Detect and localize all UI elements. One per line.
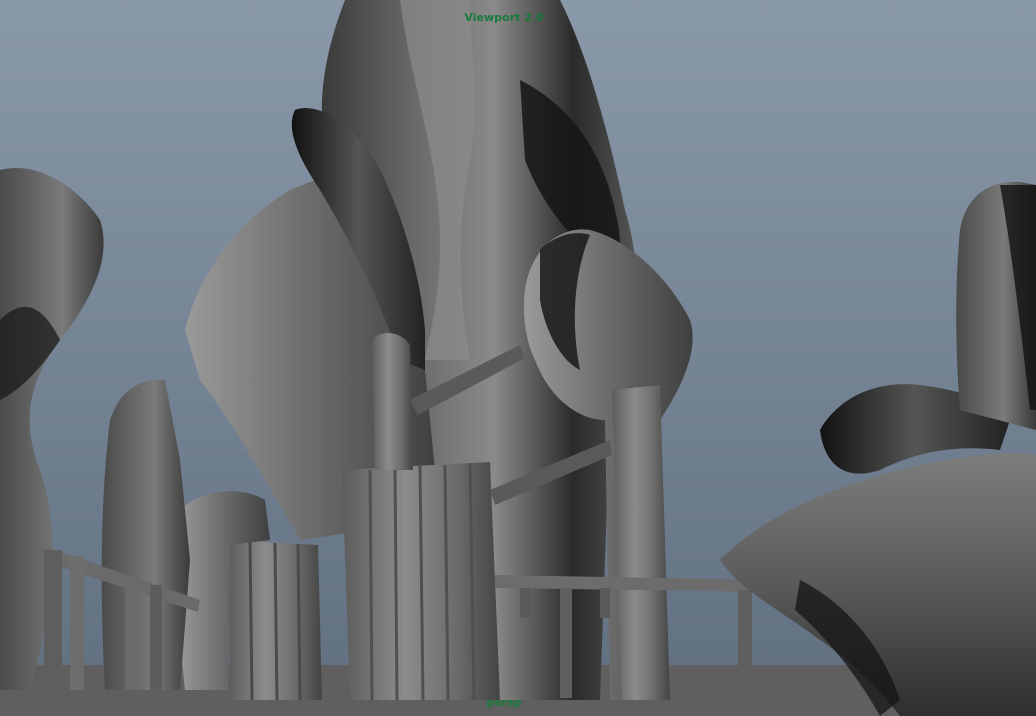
railing-post-3: [125, 576, 139, 690]
railing-post-2: [70, 556, 84, 690]
middle-fence-post-1: [520, 588, 530, 618]
camera-name-label[interactable]: persp: [486, 696, 521, 709]
front-pillar[interactable]: [372, 333, 413, 470]
middle-fence-post-2: [560, 588, 572, 698]
left-slim-tower[interactable]: [101, 379, 190, 690]
scene-view[interactable]: [0, 0, 1036, 716]
viewport-panel[interactable]: Viewport 2.0 persp: [0, 0, 1036, 716]
railing-post-1: [44, 550, 62, 690]
middle-fence-post-4: [738, 590, 752, 700]
middle-fence-post-3: [600, 588, 610, 618]
renderer-label: Viewport 2.0: [464, 11, 544, 24]
ribbon-column[interactable]: [612, 385, 670, 700]
railing-post-4: [150, 585, 162, 690]
